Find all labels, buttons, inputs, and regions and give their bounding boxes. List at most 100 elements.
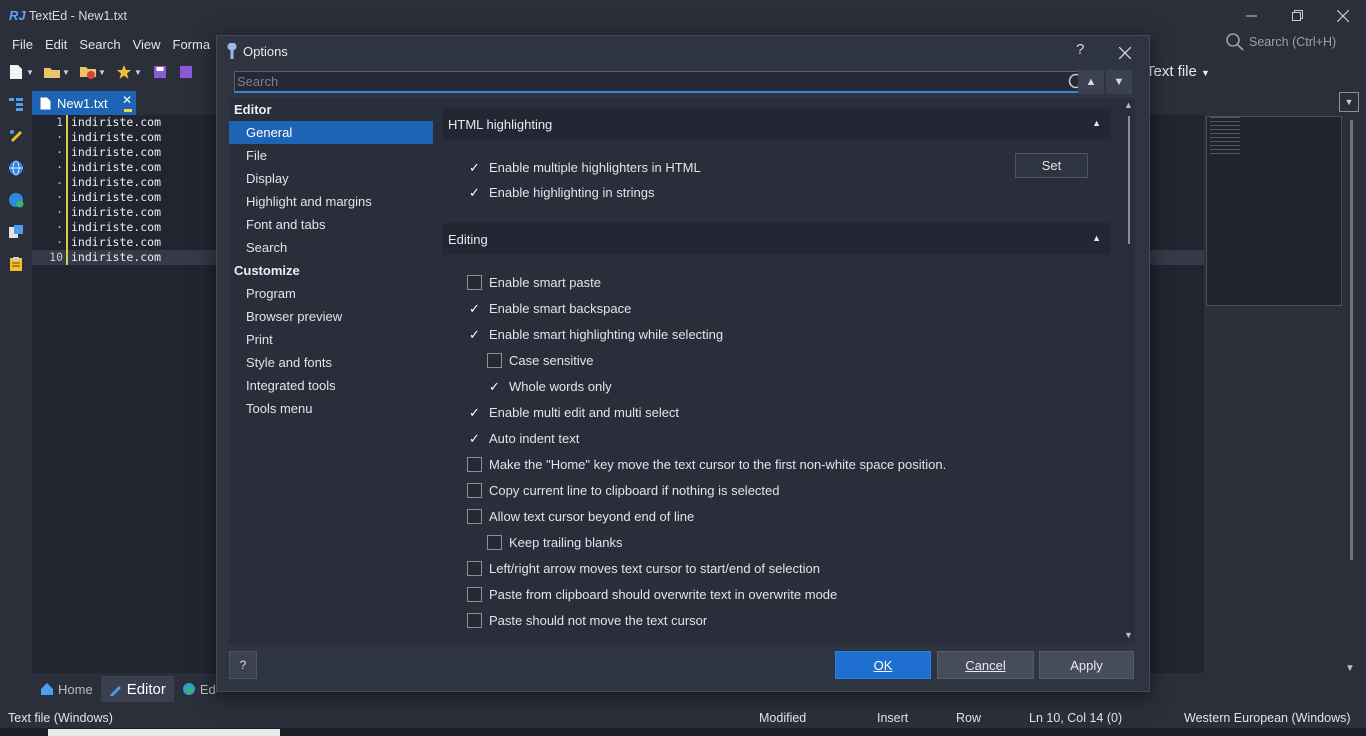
app-search[interactable]: Search (Ctrl+H) — [1226, 33, 1336, 51]
options-search-input[interactable] — [235, 74, 1045, 89]
file-type-selector[interactable]: Text file ▼ — [1146, 63, 1210, 80]
option-row[interactable]: ✓ Enable smart highlighting while selecti… — [467, 327, 723, 342]
line-text[interactable]: indiriste.com — [68, 220, 161, 235]
nav-item-display[interactable]: Display — [229, 167, 433, 190]
nav-heading-customize[interactable]: Customize — [229, 259, 433, 282]
checkbox-unchecked[interactable] — [467, 587, 482, 602]
clip-library-button[interactable] — [0, 120, 32, 152]
checkbox-checked[interactable]: ✓ — [467, 431, 482, 446]
options-search-field[interactable] — [234, 71, 1092, 93]
dialog-help-button[interactable]: ? — [1076, 41, 1084, 58]
new-file-button[interactable] — [6, 62, 26, 82]
status-position[interactable]: Ln 10, Col 14 (0) — [1029, 711, 1122, 725]
nav-item-general[interactable]: General — [229, 121, 433, 144]
option-row[interactable]: Keep trailing blanks — [487, 535, 622, 550]
tab-home[interactable]: Home — [32, 676, 101, 702]
options-scrollbar[interactable]: ▲ ▼ — [1123, 98, 1135, 644]
line-text[interactable]: indiriste.com — [68, 160, 161, 175]
checkbox-unchecked[interactable] — [487, 353, 502, 368]
checkbox-unchecked[interactable] — [467, 483, 482, 498]
option-row[interactable]: Paste should not move the text cursor — [467, 613, 707, 628]
line-text[interactable]: indiriste.com — [68, 205, 161, 220]
checkbox-checked[interactable]: ✓ — [467, 327, 482, 342]
line-text[interactable]: indiriste.com — [68, 190, 161, 205]
documents-panel-button[interactable] — [0, 216, 32, 248]
checkbox-unchecked[interactable] — [467, 275, 482, 290]
line-text[interactable]: indiriste.com — [68, 145, 161, 160]
nav-item-highlight-and-margins[interactable]: Highlight and margins — [229, 190, 433, 213]
menu-item-forma[interactable]: Forma — [167, 37, 217, 52]
nav-item-tools-menu[interactable]: Tools menu — [229, 397, 433, 420]
checkbox-unchecked[interactable] — [467, 509, 482, 524]
status-file-type[interactable]: Text file (Windows) — [8, 711, 113, 725]
footer-help-button[interactable]: ? — [229, 651, 257, 679]
search-next-button[interactable]: ▼ — [1106, 70, 1132, 94]
checkbox-checked[interactable]: ✓ — [467, 405, 482, 420]
nav-item-print[interactable]: Print — [229, 328, 433, 351]
web-panel-button[interactable] — [0, 152, 32, 184]
option-row[interactable]: Paste from clipboard should overwrite te… — [467, 587, 837, 602]
option-row[interactable]: Allow text cursor beyond end of line — [467, 509, 694, 524]
menu-item-edit[interactable]: Edit — [39, 37, 73, 52]
nav-item-file[interactable]: File — [229, 144, 433, 167]
checkbox-checked[interactable]: ✓ — [487, 379, 502, 394]
minimize-button[interactable] — [1228, 0, 1274, 31]
ftp-panel-button[interactable] — [0, 184, 32, 216]
minimap[interactable] — [1206, 116, 1342, 306]
new-file-dropdown[interactable]: ▼ — [26, 68, 36, 77]
menu-item-search[interactable]: Search — [73, 37, 126, 52]
outline-panel-button[interactable] — [0, 88, 32, 120]
nav-item-program[interactable]: Program — [229, 282, 433, 305]
status-encoding[interactable]: Western European (Windows) — [1184, 711, 1351, 725]
apply-button[interactable]: Apply — [1039, 651, 1134, 679]
option-row[interactable]: ✓ Enable highlighting in strings — [467, 185, 655, 200]
menu-item-view[interactable]: View — [127, 37, 167, 52]
menu-item-file[interactable]: File — [6, 37, 39, 52]
open-file-button[interactable] — [42, 62, 62, 82]
option-row[interactable]: ✓ Enable multi edit and multi select — [467, 405, 679, 420]
option-row[interactable]: Copy current line to clipboard if nothin… — [467, 483, 780, 498]
tab-editor[interactable]: Editor — [100, 676, 174, 702]
checkbox-unchecked[interactable] — [467, 561, 482, 576]
checkbox-unchecked[interactable] — [487, 535, 502, 550]
close-tab-icon[interactable]: ✕ — [122, 93, 132, 107]
dialog-close-button[interactable] — [1118, 38, 1132, 64]
scroll-down-arrow[interactable]: ▼ — [1345, 663, 1355, 674]
checkbox-checked[interactable]: ✓ — [467, 185, 482, 200]
nav-item-style-and-fonts[interactable]: Style and fonts — [229, 351, 433, 374]
cancel-button[interactable]: Cancel — [937, 651, 1034, 679]
save-all-button[interactable] — [176, 62, 196, 82]
option-row[interactable]: Left/right arrow moves text cursor to st… — [467, 561, 820, 576]
close-window-button[interactable] — [1320, 0, 1366, 31]
line-text[interactable]: indiriste.com — [68, 235, 161, 250]
status-row-mode[interactable]: Row — [956, 711, 981, 725]
option-row[interactable]: Case sensitive — [487, 353, 594, 368]
collapse-caret-icon[interactable]: ▲ — [1092, 118, 1101, 128]
section-editing[interactable]: Editing ▲ — [443, 223, 1111, 255]
line-text[interactable]: indiriste.com — [68, 130, 161, 145]
option-row[interactable]: ✓ Enable smart backspace — [467, 301, 631, 316]
favorites-folder-dropdown[interactable]: ▼ — [98, 68, 108, 77]
option-row[interactable]: Enable smart paste — [467, 275, 601, 290]
notes-panel-button[interactable] — [0, 248, 32, 280]
line-text[interactable]: indiriste.com — [68, 115, 161, 130]
editor-vertical-scrollbar[interactable]: ▼ — [1344, 116, 1358, 674]
search-previous-button[interactable]: ▲ — [1078, 70, 1104, 94]
option-row[interactable]: Make the "Home" key move the text cursor… — [467, 457, 946, 472]
scroll-thumb[interactable] — [1128, 116, 1130, 244]
set-highlighters-button[interactable]: Set — [1015, 153, 1088, 178]
checkbox-unchecked[interactable] — [467, 457, 482, 472]
checkbox-unchecked[interactable] — [467, 613, 482, 628]
scroll-thumb[interactable] — [1350, 120, 1353, 560]
restore-button[interactable] — [1274, 0, 1320, 31]
option-row[interactable]: ✓ Enable multiple highlighters in HTML — [467, 160, 701, 175]
option-row[interactable]: ✓ Whole words only — [487, 379, 612, 394]
scroll-down-arrow[interactable]: ▼ — [1124, 630, 1133, 640]
ok-button[interactable]: OK — [835, 651, 931, 679]
checkbox-checked[interactable]: ✓ — [467, 301, 482, 316]
collapse-caret-icon[interactable]: ▲ — [1092, 233, 1101, 243]
favorites-button[interactable] — [114, 62, 134, 82]
tab-list-dropdown[interactable]: ▼ — [1339, 92, 1359, 112]
document-tab[interactable]: New1.txt ✕ — [32, 91, 136, 115]
line-text[interactable]: indiriste.com — [68, 175, 161, 190]
